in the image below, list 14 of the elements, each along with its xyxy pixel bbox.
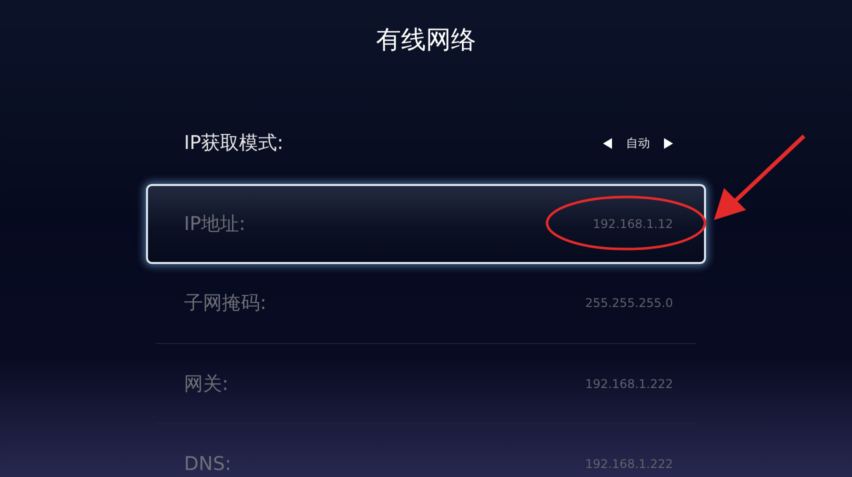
setting-label: 子网掩码: bbox=[184, 291, 266, 316]
left-triangle-icon[interactable] bbox=[603, 138, 612, 148]
setting-value: 192.168.1.222 bbox=[585, 456, 673, 470]
setting-row[interactable]: IP获取模式: 自动 bbox=[156, 103, 696, 183]
screen-title: 有线网络 bbox=[375, 24, 477, 56]
setting-label: DNS: bbox=[184, 452, 232, 474]
setting-label: IP地址: bbox=[184, 212, 246, 237]
right-triangle-icon[interactable] bbox=[664, 138, 673, 148]
setting-value: 192.168.1.12 bbox=[592, 217, 673, 231]
setting-label: IP获取模式: bbox=[184, 131, 284, 156]
setting-value: 192.168.1.222 bbox=[585, 376, 673, 390]
setting-label: 网关: bbox=[184, 372, 228, 396]
setting-value: 255.255.255.0 bbox=[585, 296, 673, 310]
setting-value: 自动 bbox=[626, 134, 650, 152]
